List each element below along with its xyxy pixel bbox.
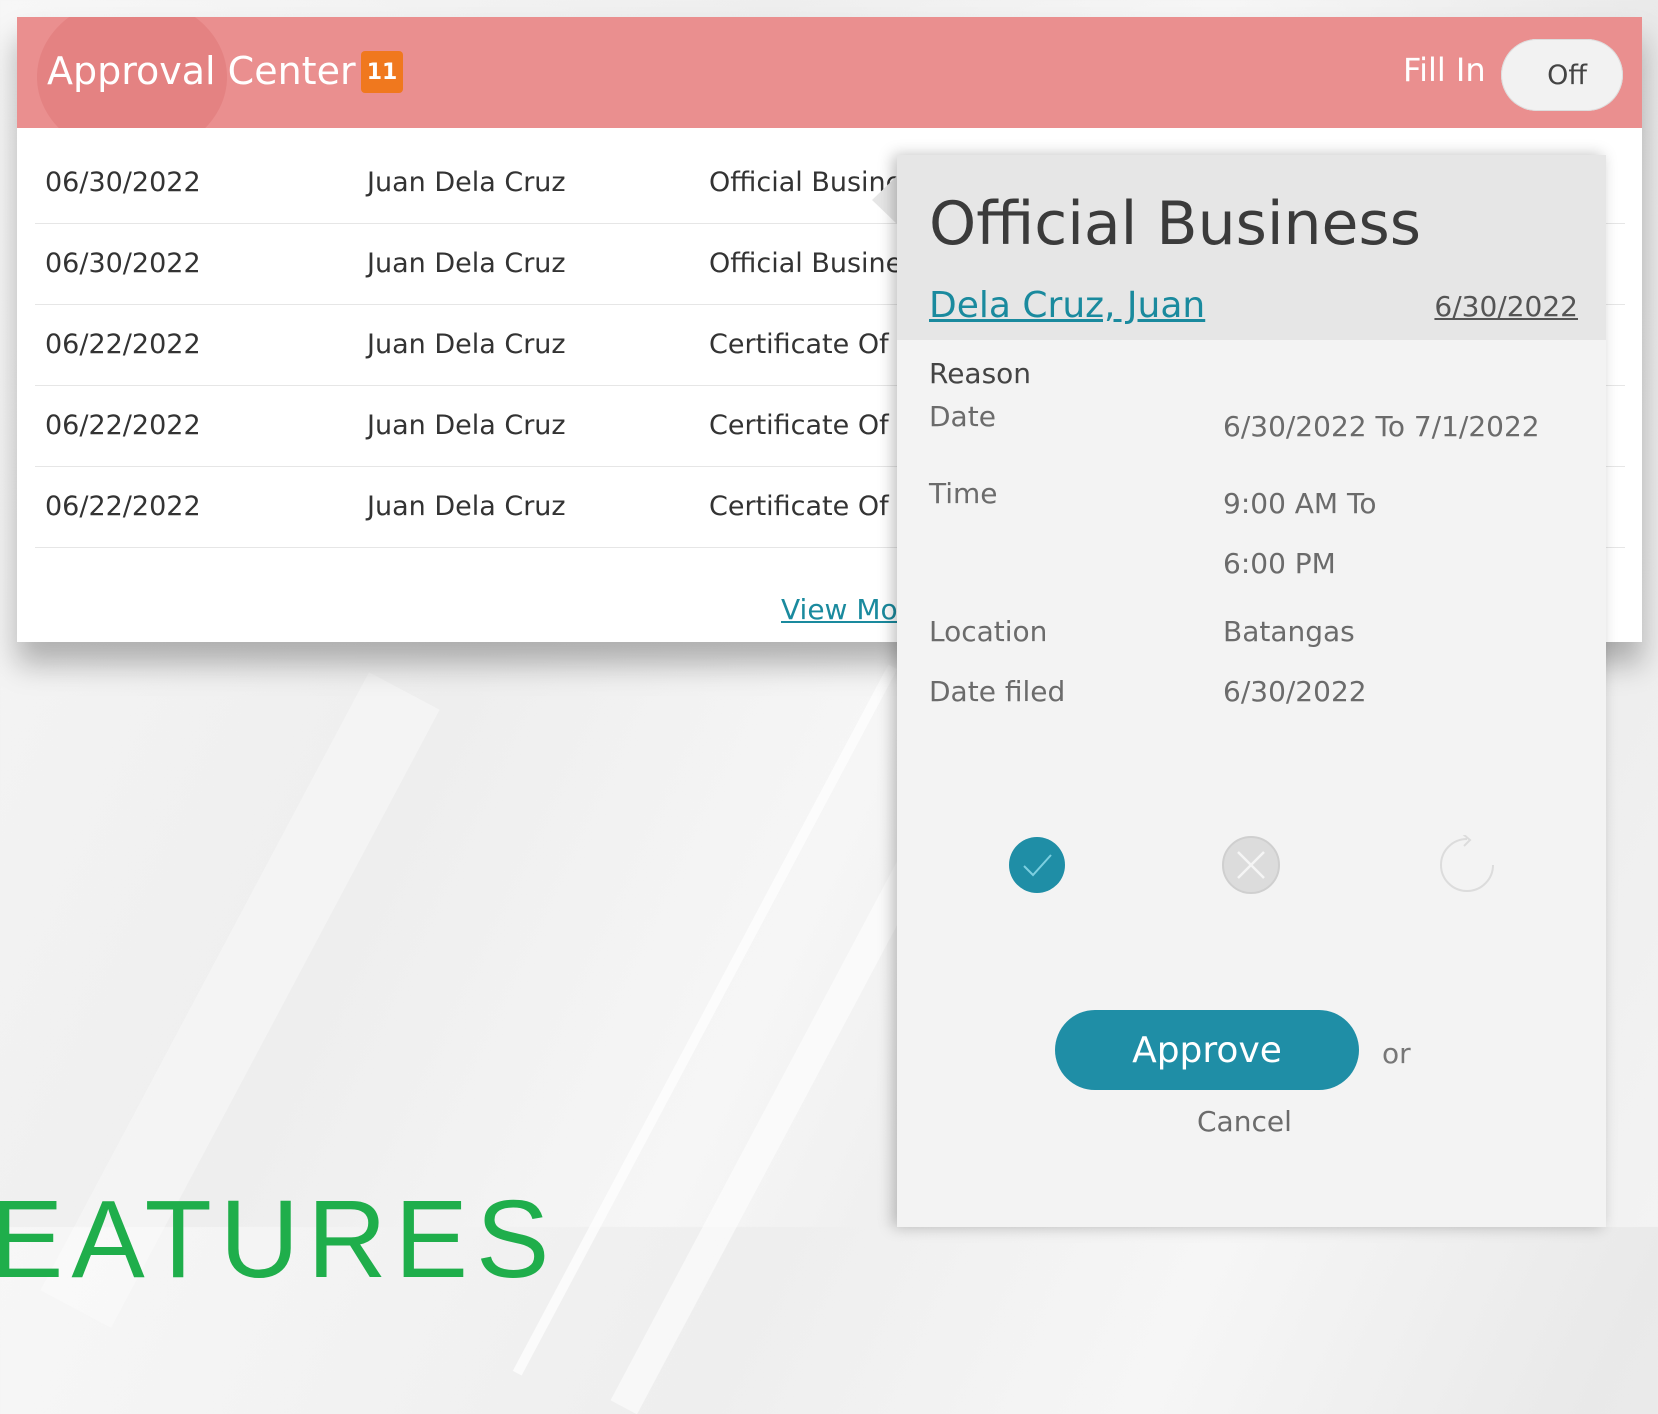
approve-check-icon[interactable] [1007, 835, 1067, 895]
row-employee: Juan Dela Cruz [367, 410, 566, 441]
row-date: 06/22/2022 [45, 410, 201, 441]
cancel-link[interactable]: Cancel [1197, 1105, 1292, 1138]
row-date: 06/30/2022 [45, 248, 201, 279]
date-label: Date [929, 400, 996, 433]
popover-header: Official Business Dela Cruz, Juan 6/30/2… [897, 155, 1606, 340]
request-date: 6/30/2022 [1434, 290, 1578, 323]
row-date: 06/22/2022 [45, 491, 201, 522]
approve-button[interactable]: Approve [1055, 1010, 1359, 1090]
approval-center-title: Approval Center [47, 49, 356, 93]
or-separator: or [1382, 1037, 1411, 1070]
reject-x-icon[interactable] [1221, 835, 1281, 895]
row-employee: Juan Dela Cruz [367, 167, 566, 198]
row-request-type: Certificate Of At [709, 329, 926, 360]
toggle-state-label: Off [1547, 59, 1587, 91]
time-start-value: 9:00 AM To [1223, 487, 1377, 520]
row-employee: Juan Dela Cruz [367, 491, 566, 522]
request-type-title: Official Business [929, 189, 1421, 259]
features-heading: EATURES [0, 1178, 558, 1301]
fill-in-label: Fill In [1403, 51, 1486, 89]
row-date: 06/22/2022 [45, 329, 201, 360]
location-value: Batangas [1223, 615, 1355, 648]
row-employee: Juan Dela Cruz [367, 248, 566, 279]
row-employee: Juan Dela Cruz [367, 329, 566, 360]
date-range-value: 6/30/2022 To 7/1/2022 [1223, 410, 1540, 443]
date-filed-label: Date filed [929, 675, 1066, 708]
approval-center-header: Approval Center 11 Fill In Off [17, 17, 1642, 128]
return-refresh-icon[interactable] [1437, 835, 1497, 895]
time-label: Time [929, 477, 998, 510]
row-date: 06/30/2022 [45, 167, 201, 198]
row-request-type: Certificate Of At [709, 410, 926, 441]
employee-name-link[interactable]: Dela Cruz, Juan [929, 285, 1205, 326]
popover-arrow [872, 175, 898, 225]
time-end-value: 6:00 PM [1223, 547, 1336, 580]
pending-count-badge: 11 [361, 51, 403, 93]
location-label: Location [929, 615, 1048, 648]
reason-label: Reason [929, 357, 1032, 390]
request-detail-popover: Official Business Dela Cruz, Juan 6/30/2… [897, 155, 1606, 1227]
date-filed-value: 6/30/2022 [1223, 675, 1367, 708]
row-request-type: Certificate Of At [709, 491, 926, 522]
fill-in-toggle[interactable]: Off [1501, 39, 1623, 111]
